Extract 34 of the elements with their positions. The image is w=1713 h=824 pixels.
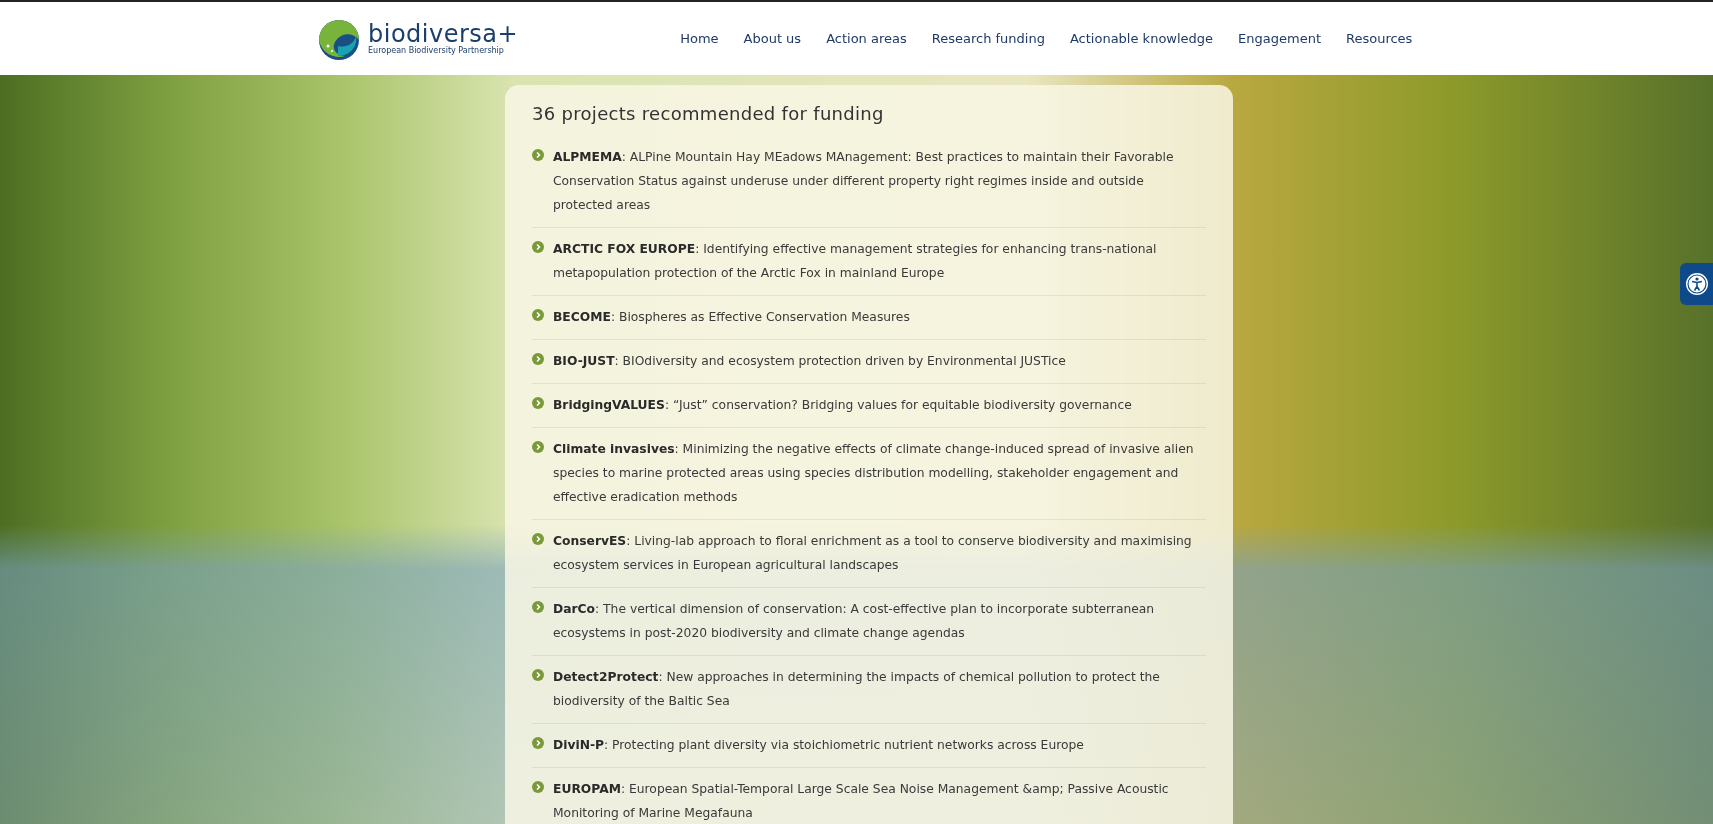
project-description: ConservES: Living-lab approach to floral enrichment as a tool to conserve biodiversity and maximising ecosystem services in European agricultural landscapes: [553, 533, 1193, 574]
project-description: ALPMEMA: ALPine Mountain Hay MEadows MAnagement: Best practices to maintain their Favorable Conservation Status against underuse under different property right regimes inside and outside protected areas: [553, 149, 1175, 214]
project-description: BIO-JUST: BIOdiversity and ecosystem protection driven by Environmental JUSTice: [553, 353, 1066, 370]
chevron-bullet-icon: [532, 533, 544, 545]
nav-link[interactable]: Research funding: [931, 31, 1045, 46]
nav-link[interactable]: Resources: [1346, 31, 1413, 46]
chevron-bullet-icon: [532, 241, 544, 253]
logo-wordmark[interactable]: biodiversa+: [368, 22, 519, 46]
chevron-bullet-icon: [532, 353, 544, 365]
chevron-bullet-icon: [532, 601, 544, 613]
project-description: ARCTIC FOX EUROPE: Identifying effective management strategies for enhancing trans-national metapopulation protection of the Arctic Fox in mainland Europe: [553, 241, 1158, 282]
chevron-bullet-icon: [532, 737, 544, 749]
nav-link[interactable]: About us: [743, 31, 802, 46]
nav-link[interactable]: Actionable knowledge: [1069, 31, 1214, 46]
chevron-bullet-icon: [532, 397, 544, 409]
project-description: EUROPAM: European Spatial-Temporal Large Scale Sea Noise Management &amp; Passive Acoustic Monitoring of Marine Megafauna: [553, 781, 1170, 822]
project-description: BridgingVALUES: “Just” conservation? Bridging values for equitable biodiversity governance: [553, 397, 1132, 414]
accessibility-button[interactable]: [1680, 263, 1713, 305]
project-description: BECOME: Biospheres as Effective Conservation Measures: [553, 309, 910, 326]
accessibility-icon: [1684, 272, 1709, 296]
project-description: DiviN-P: Protecting plant diversity via stoichiometric nutrient networks across Europe: [553, 737, 1084, 754]
project-description: DarCo: The vertical dimension of conservation: A cost-effective plan to incorporate subterranean ecosystems in post-2020 biodiversity and climate change agendas: [553, 601, 1156, 642]
logo-tagline: European Biodiversity Partnership: [368, 46, 505, 55]
panel-title: 36 projects recommended for funding: [532, 103, 885, 124]
chevron-bullet-icon: [532, 669, 544, 681]
chevron-bullet-icon: [532, 781, 544, 793]
nav-link[interactable]: Action areas: [826, 31, 907, 46]
nav-link[interactable]: Engagement: [1238, 31, 1321, 46]
project-description: Detect2Protect: New approaches in determining the impacts of chemical pollution to protect the biodiversity of the Baltic Sea: [553, 669, 1161, 710]
chevron-bullet-icon: [532, 309, 544, 321]
chevron-bullet-icon: [532, 149, 544, 161]
nav-link[interactable]: Home: [680, 31, 719, 46]
project-description: Climate invasives: Minimizing the negative effects of climate change-induced spread of invasive alien species to marine protected areas using species distribution modelling, stakeholder engagement and effective eradication methods: [553, 441, 1195, 506]
chevron-bullet-icon: [532, 441, 544, 453]
